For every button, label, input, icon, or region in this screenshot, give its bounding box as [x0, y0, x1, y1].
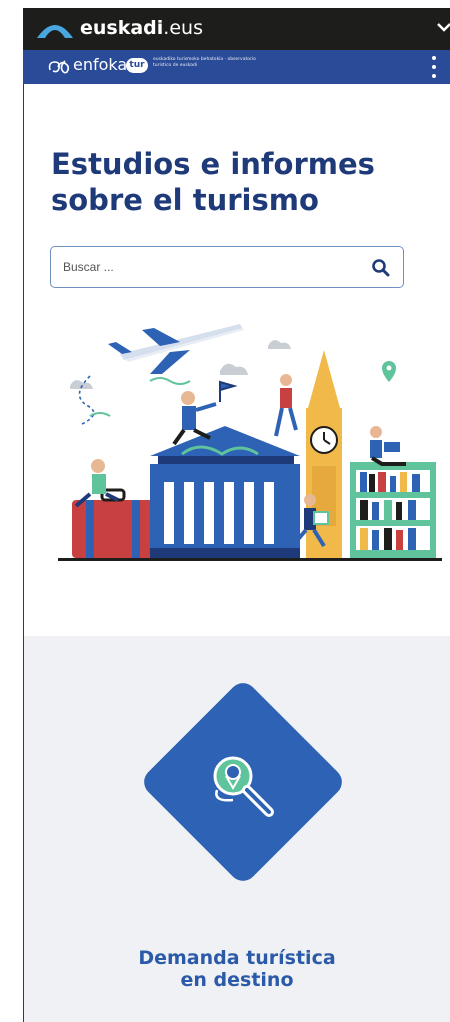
location-magnifier-icon: [213, 756, 274, 817]
search-icon[interactable]: [371, 258, 391, 278]
euskadi-wordmark[interactable]: euskadi.eus: [80, 17, 203, 39]
enfokatur-wordmark[interactable]: enfoka: [73, 55, 127, 75]
search-box: [50, 246, 404, 288]
categories-section: Demanda turística en destino: [24, 636, 450, 1022]
category-label[interactable]: Demanda turística en destino: [137, 947, 337, 991]
page-title: Estudios e informes sobre el turismo: [51, 147, 375, 217]
search-input[interactable]: [63, 257, 353, 277]
enfokatur-logo-icon[interactable]: [47, 55, 73, 77]
brand-tagline: euskadiko turismoko behatokia · observat…: [153, 57, 256, 68]
euskadi-top-bar: euskadi.eus: [23, 8, 450, 50]
page: euskadi.eus enfoka tur euskadiko turismo…: [0, 0, 450, 1022]
tourism-illustration: [58, 324, 442, 561]
category-card-demanda[interactable]: Demanda turística en destino: [24, 636, 450, 1022]
tur-badge: tur: [126, 58, 148, 73]
kebab-menu-icon[interactable]: [428, 54, 440, 80]
enfokatur-header: enfoka tur euskadiko turismoko behatokia…: [23, 50, 450, 84]
euskadi-logo-icon[interactable]: [35, 18, 75, 40]
chevron-down-icon[interactable]: [436, 20, 450, 34]
